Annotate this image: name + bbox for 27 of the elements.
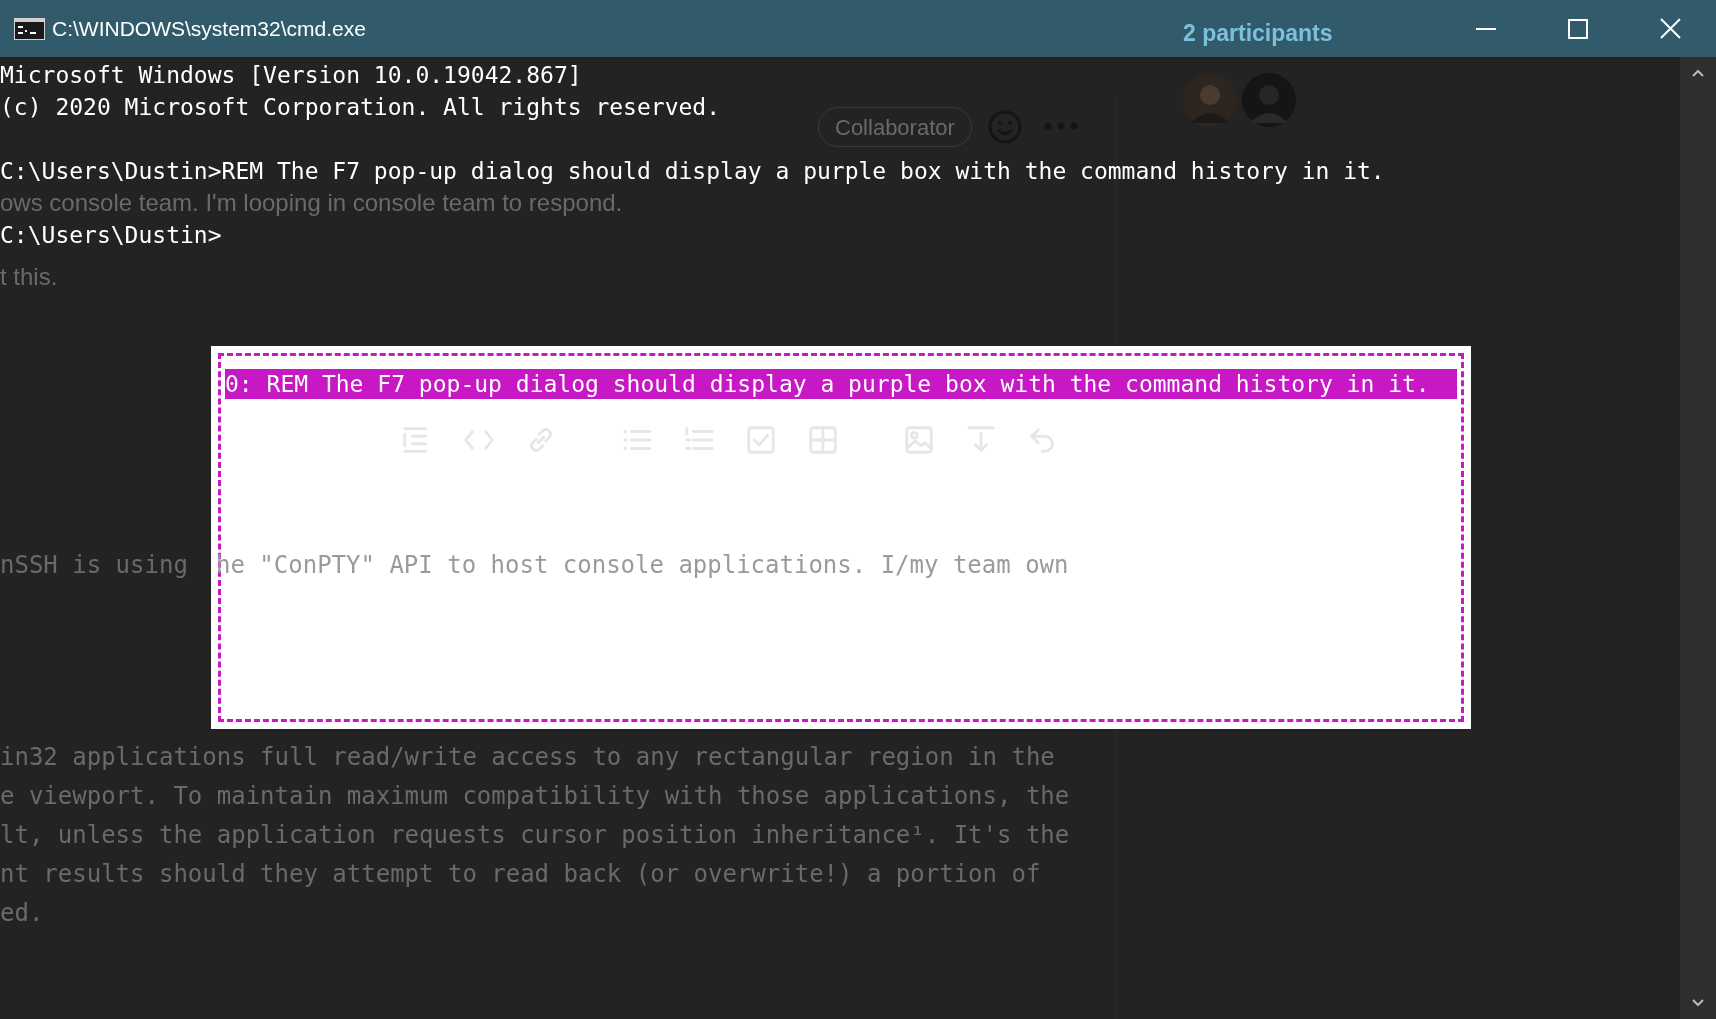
console-line: C:\Users\Dustin> — [0, 221, 222, 250]
avatar-icon — [1183, 73, 1237, 127]
role-label: Collaborator — [835, 113, 955, 142]
paragraph-line: lt, unless the application requests cursor position inheritance¹. It's the — [0, 820, 1070, 851]
console-line: C:\Users\Dustin>REM The F7 pop-up dialog should display a purple box with the command history in it. — [0, 157, 1385, 186]
console-line: (c) 2020 Microsoft Corporation. All rights reserved. — [0, 93, 721, 122]
image-icon[interactable] — [903, 424, 935, 456]
paragraph-line: e viewport. To maintain maximum compatibility with those applications, the — [0, 781, 1070, 812]
window-title: C:\WINDOWS\system32\cmd.exe — [52, 15, 366, 42]
scroll-down-icon[interactable] — [1692, 999, 1704, 1007]
minimize-icon — [1476, 27, 1496, 30]
participants-heading: 2 participants — [1183, 19, 1333, 48]
history-item[interactable]: 0: REM The F7 pop-up dialog should display a purple box with the command history in it. — [225, 369, 1457, 399]
paragraph-line: in32 applications full read/write access to any rectangular region in the — [0, 742, 1056, 773]
editor-text: nSSH is using — [0, 550, 188, 580]
console-icon — [14, 17, 45, 40]
comment-text: ows console team. I'm looping in console team to respond. — [0, 189, 623, 217]
maximize-icon — [1568, 18, 1588, 39]
paragraph-line: nt results should they attempt to read back (or overwrite!) a portion of — [0, 859, 1042, 890]
comment-text: t this. — [0, 263, 59, 291]
scroll-up-icon[interactable] — [1692, 69, 1704, 77]
editor-text: he "ConPTY" API to host console applications. I/my team own — [216, 550, 1069, 580]
close-icon — [1659, 18, 1681, 39]
checkbox-icon[interactable] — [745, 424, 777, 456]
paragraph-line: ed. — [0, 898, 45, 929]
table-icon[interactable] — [807, 424, 839, 456]
console-line: Microsoft Windows [Version 10.0.19042.867] — [0, 61, 582, 90]
